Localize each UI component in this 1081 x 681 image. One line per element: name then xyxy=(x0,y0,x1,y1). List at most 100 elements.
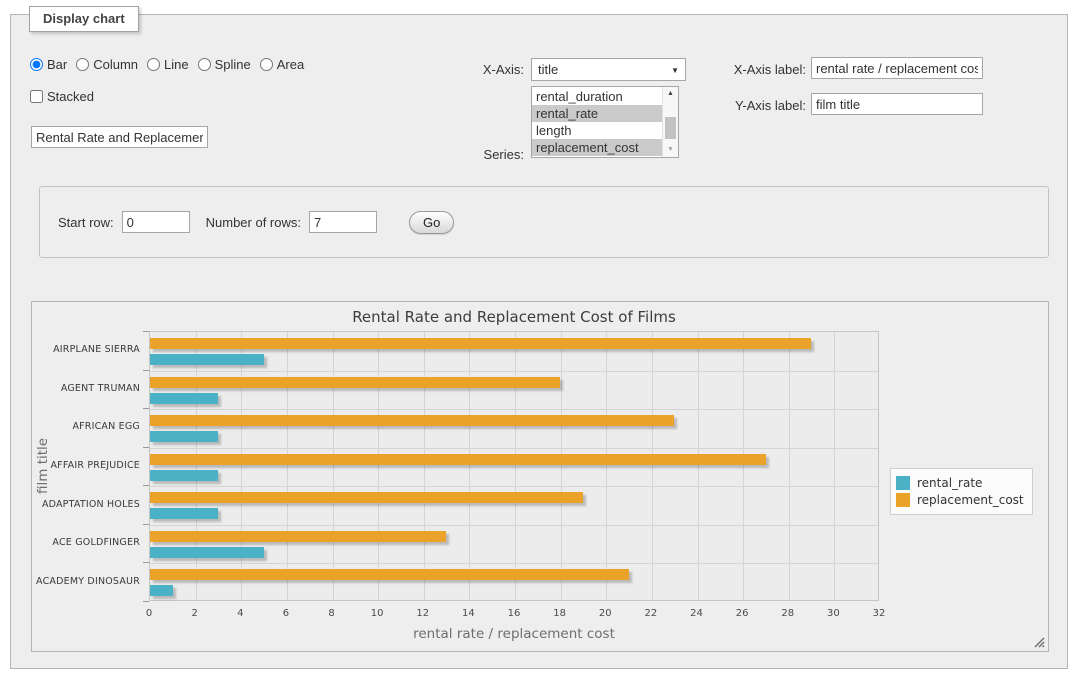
number-of-rows-label: Number of rows: xyxy=(206,215,301,230)
chart-title-input[interactable] xyxy=(31,126,208,148)
stacked-checkbox[interactable] xyxy=(30,90,43,103)
series-option-length[interactable]: length xyxy=(532,122,662,139)
chart-type-group: Bar Column Line Spline Area xyxy=(30,57,313,72)
gridline-vertical xyxy=(743,332,744,600)
y-tick-label: ACADEMY DINOSAUR xyxy=(32,576,140,587)
plot-area xyxy=(149,331,879,601)
y-tick-label: AFFAIR PREJUDICE xyxy=(32,460,140,471)
bar-replacement_cost xyxy=(150,415,674,426)
stacked-row: Stacked xyxy=(30,89,94,104)
legend-swatch-rental_rate xyxy=(896,476,910,490)
bar-rental_rate xyxy=(150,508,218,519)
gridline-vertical xyxy=(241,332,242,600)
y-tick-mark xyxy=(143,331,149,332)
gridline-horizontal xyxy=(150,486,878,487)
x-tick-label: 0 xyxy=(146,608,152,619)
bar-replacement_cost xyxy=(150,531,446,542)
bar-rental_rate xyxy=(150,547,264,558)
y-tick-mark xyxy=(143,485,149,486)
y-tick-mark xyxy=(143,601,149,602)
gridline-vertical xyxy=(378,332,379,600)
scrollbar-thumb[interactable] xyxy=(665,117,676,139)
x-tick-label: 6 xyxy=(283,608,289,619)
number-of-rows-input[interactable] xyxy=(309,211,377,233)
chart-type-option-column[interactable]: Column xyxy=(76,57,138,72)
scroll-down-icon[interactable]: ▼ xyxy=(663,143,678,157)
chart-type-label-area: Area xyxy=(277,57,304,72)
y-tick-mark xyxy=(143,408,149,409)
y-tick-label: AGENT TRUMAN xyxy=(32,383,140,394)
x-axis-label-input[interactable] xyxy=(811,57,983,79)
gridline-horizontal xyxy=(150,371,878,372)
go-button[interactable]: Go xyxy=(409,211,454,234)
chart-type-radio-area[interactable] xyxy=(260,58,273,71)
y-tick-label: ACE GOLDFINGER xyxy=(32,537,140,548)
x-tick-label: 28 xyxy=(781,608,794,619)
chart-type-radio-line[interactable] xyxy=(147,58,160,71)
series-option-rental-duration[interactable]: rental_duration xyxy=(532,88,662,105)
gridline-vertical xyxy=(834,332,835,600)
y-tick-mark xyxy=(143,562,149,563)
y-tick-label: ADAPTATION HOLES xyxy=(32,499,140,510)
display-chart-fieldset: Display chart Bar Column Line Spline Are… xyxy=(10,14,1068,669)
bar-rental_rate xyxy=(150,585,173,596)
page: { "display_chart": { "legend": "Display … xyxy=(0,0,1081,681)
x-tick-label: 2 xyxy=(191,608,197,619)
legend-item-replacement_cost: replacement_cost xyxy=(896,493,1024,507)
x-tick-label: 14 xyxy=(462,608,475,619)
chart-type-option-spline[interactable]: Spline xyxy=(198,57,251,72)
chart-type-label-spline: Spline xyxy=(215,57,251,72)
gridline-vertical xyxy=(515,332,516,600)
gridline-horizontal xyxy=(150,525,878,526)
chart-type-radio-column[interactable] xyxy=(76,58,89,71)
gridline-vertical xyxy=(561,332,562,600)
chart-type-label-line: Line xyxy=(164,57,189,72)
chart-type-radio-bar[interactable] xyxy=(30,58,43,71)
x-tick-label: 16 xyxy=(508,608,521,619)
series-option-rental-rate[interactable]: rental_rate xyxy=(532,105,662,122)
x-tick-label: 26 xyxy=(736,608,749,619)
x-tick-label: 30 xyxy=(827,608,840,619)
gridline-vertical xyxy=(789,332,790,600)
chart-type-option-bar[interactable]: Bar xyxy=(30,57,67,72)
legend-swatch-replacement_cost xyxy=(896,493,910,507)
chart-type-radio-spline[interactable] xyxy=(198,58,211,71)
y-tick-mark xyxy=(143,370,149,371)
series-scrollbar[interactable]: ▲ ▼ xyxy=(662,87,678,157)
y-axis-label-input[interactable] xyxy=(811,93,983,115)
gridline-horizontal xyxy=(150,409,878,410)
bar-rental_rate xyxy=(150,431,218,442)
stacked-option[interactable]: Stacked xyxy=(30,89,94,104)
gridline-vertical xyxy=(287,332,288,600)
bar-rental_rate xyxy=(150,470,218,481)
x-axis-selected-value: title xyxy=(538,62,558,77)
bar-replacement_cost xyxy=(150,569,629,580)
x-axis-select[interactable]: title ▼ xyxy=(531,58,686,81)
gridline-vertical xyxy=(196,332,197,600)
resize-handle-icon[interactable] xyxy=(1033,636,1045,648)
gridline-vertical xyxy=(698,332,699,600)
x-axis-label-label: X-Axis label: xyxy=(699,62,806,77)
bar-replacement_cost xyxy=(150,492,583,503)
bar-rental_rate xyxy=(150,393,218,404)
chart-title: Rental Rate and Replacement Cost of Film… xyxy=(149,308,879,326)
chart-legend: rental_rate replacement_cost xyxy=(890,468,1033,515)
x-axis-title: rental rate / replacement cost xyxy=(149,626,879,642)
scroll-up-icon[interactable]: ▲ xyxy=(663,87,678,101)
x-tick-label: 4 xyxy=(237,608,243,619)
chart-type-option-area[interactable]: Area xyxy=(260,57,304,72)
series-select-label: Series: xyxy=(439,147,524,162)
x-tick-label: 20 xyxy=(599,608,612,619)
series-option-replacement-cost[interactable]: replacement_cost xyxy=(532,139,662,156)
gridline-horizontal xyxy=(150,563,878,564)
series-multiselect[interactable]: rental_duration rental_rate length repla… xyxy=(531,86,679,158)
bar-rental_rate xyxy=(150,354,264,365)
start-row-input[interactable] xyxy=(122,211,190,233)
x-tick-label: 32 xyxy=(873,608,886,619)
x-tick-label: 24 xyxy=(690,608,703,619)
x-tick-label: 10 xyxy=(371,608,384,619)
start-row-label: Start row: xyxy=(58,215,114,230)
legend-label-rental_rate: rental_rate xyxy=(917,476,982,490)
chart-type-label-column: Column xyxy=(93,57,138,72)
chart-type-option-line[interactable]: Line xyxy=(147,57,189,72)
